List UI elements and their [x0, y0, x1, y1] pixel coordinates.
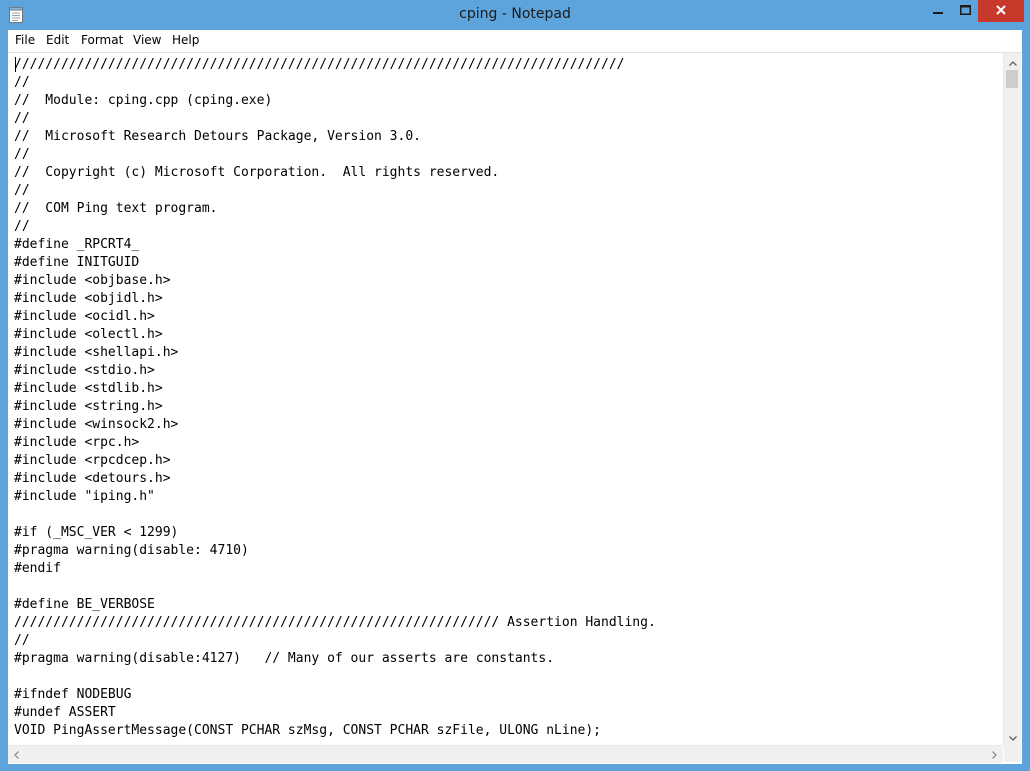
- code-line: #define INITGUID: [14, 255, 140, 270]
- code-line: //: [14, 111, 30, 126]
- code-line: #include <rpcdcep.h>: [14, 453, 171, 468]
- code-line: #include <rpc.h>: [14, 435, 140, 450]
- menu-edit[interactable]: Edit: [46, 33, 69, 47]
- code-line: #pragma warning(disable:4127) // Many of…: [14, 651, 555, 666]
- code-line: VOID PingAssertMessage(CONST PCHAR szMsg…: [14, 723, 601, 738]
- code-line: // COM Ping text program.: [14, 201, 218, 216]
- code-line: //: [14, 183, 30, 198]
- code-line: #include <detours.h>: [14, 471, 171, 486]
- code-line: // Copyright (c) Microsoft Corporation. …: [14, 165, 500, 180]
- chevron-left-icon: [14, 746, 19, 764]
- code-line: #include <olectl.h>: [14, 327, 163, 342]
- text-area[interactable]: ////////////////////////////////////////…: [8, 53, 1003, 745]
- code-line: #undef ASSERT: [14, 705, 116, 720]
- code-line: // Microsoft Research Detours Package, V…: [14, 129, 421, 144]
- maximize-icon: [959, 2, 971, 20]
- code-line: //: [14, 75, 30, 90]
- editor: ////////////////////////////////////////…: [8, 52, 1022, 764]
- minimize-icon: [933, 2, 943, 20]
- code-line: #include <ocidl.h>: [14, 309, 155, 324]
- menu-bar: File Edit Format View Help: [8, 30, 1022, 53]
- menu-view[interactable]: View: [133, 33, 161, 47]
- vertical-scrollbar[interactable]: [1003, 53, 1021, 745]
- close-icon: [996, 2, 1006, 20]
- chevron-up-icon: [1008, 53, 1017, 71]
- code-line: // Module: cping.cpp (cping.exe): [14, 93, 273, 108]
- code-line: #include <string.h>: [14, 399, 163, 414]
- menu-file[interactable]: File: [15, 33, 35, 47]
- code-line: #ifndef NODEBUG: [14, 687, 132, 702]
- chevron-down-icon: [1008, 728, 1017, 746]
- vertical-scroll-thumb[interactable]: [1006, 70, 1018, 88]
- code-line: #include <stdio.h>: [14, 363, 155, 378]
- code-line: #include <objbase.h>: [14, 273, 171, 288]
- maximize-button[interactable]: [952, 0, 978, 22]
- code-line: #include <objidl.h>: [14, 291, 163, 306]
- horizontal-scrollbar[interactable]: [8, 745, 1003, 763]
- window-title: cping - Notepad: [459, 6, 571, 22]
- scroll-up-button[interactable]: [1004, 53, 1021, 70]
- scroll-down-button[interactable]: [1004, 728, 1021, 745]
- menu-format[interactable]: Format: [81, 33, 123, 47]
- code-line: #define BE_VERBOSE: [14, 597, 155, 612]
- close-button[interactable]: [978, 0, 1024, 22]
- title-bar[interactable]: cping - Notepad: [0, 0, 1030, 30]
- code-line: //: [14, 633, 30, 648]
- code-line: #include <winsock2.h>: [14, 417, 179, 432]
- notepad-window: cping - Notepad File Edit Format View He…: [0, 0, 1030, 771]
- code-line: #include <stdlib.h>: [14, 381, 163, 396]
- scroll-left-button[interactable]: [8, 746, 25, 763]
- code-line: #include "iping.h": [14, 489, 155, 504]
- code-line: #endif: [14, 561, 61, 576]
- code-line: #if (_MSC_VER < 1299): [14, 525, 179, 540]
- code-line: //: [14, 147, 30, 162]
- code-line: #define _RPCRT4_: [14, 237, 140, 252]
- scrollbar-corner: [1004, 745, 1021, 762]
- scroll-right-button[interactable]: [986, 746, 1003, 763]
- code-line: #pragma warning(disable: 4710): [14, 543, 249, 558]
- code-line: //: [14, 219, 30, 234]
- code-line: ////////////////////////////////////////…: [14, 615, 656, 630]
- menu-help[interactable]: Help: [172, 33, 199, 47]
- code-line: #include <shellapi.h>: [14, 345, 179, 360]
- minimize-button[interactable]: [924, 0, 952, 22]
- code-line: ////////////////////////////////////////…: [14, 57, 625, 72]
- chevron-right-icon: [992, 746, 997, 764]
